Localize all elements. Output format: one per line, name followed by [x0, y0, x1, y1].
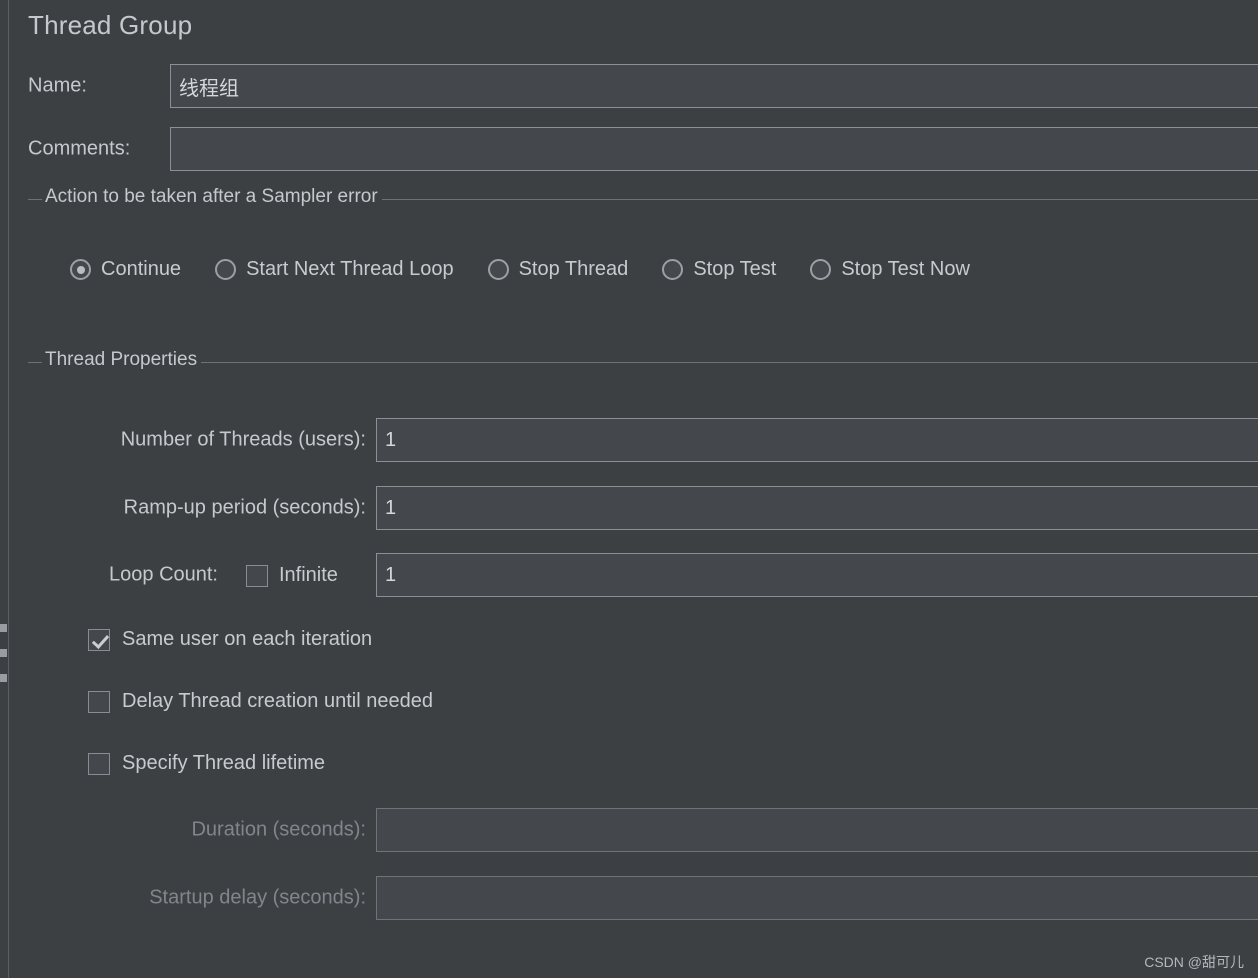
number-of-threads-label: Number of Threads (users): — [120, 428, 366, 451]
loop-count-label: Loop Count: — [109, 563, 218, 586]
splitter-grip-handle[interactable] — [0, 624, 7, 682]
duration-input[interactable] — [376, 808, 1258, 852]
radio-icon-stop-test[interactable] — [662, 259, 684, 280]
duration-row: Duration (seconds): — [10, 808, 1258, 852]
startup-delay-label-box: Startup delay (seconds): — [68, 876, 366, 920]
comments-label: Comments: — [28, 137, 131, 160]
delay-thread-creation-checkbox[interactable] — [88, 690, 110, 713]
name-input[interactable]: 线程组 — [170, 64, 1258, 108]
specify-thread-lifetime-checkbox[interactable] — [88, 752, 110, 775]
radio-label-stop-thread: Stop Thread — [518, 258, 629, 280]
radio-icon-stop-test-now[interactable] — [810, 259, 832, 280]
delay-thread-creation-checkbox-row[interactable]: Delay Thread creation until needed — [88, 690, 433, 713]
thread-properties-groupbox: Thread Properties — [28, 349, 1258, 374]
radio-label-stop-test: Stop Test — [693, 258, 777, 280]
infinite-checkbox[interactable] — [246, 564, 268, 587]
ramp-up-period-label: Ramp-up period (seconds): — [123, 496, 366, 519]
name-row: Name: 线程组 — [10, 64, 1258, 108]
thread-properties-group-header: Thread Properties — [28, 349, 1258, 374]
sampler-error-group-title: Action to be taken after a Sampler error — [42, 186, 382, 208]
same-user-checkbox-row[interactable]: Same user on each iteration — [88, 628, 372, 651]
same-user-checkbox[interactable] — [88, 628, 110, 651]
radio-option-stop-test[interactable]: Stop Test — [662, 258, 776, 281]
duration-label-box: Duration (seconds): — [68, 808, 366, 852]
radio-label-stop-test-now: Stop Test Now — [841, 258, 970, 280]
number-of-threads-input[interactable]: 1 — [376, 418, 1258, 462]
radio-icon-continue[interactable] — [70, 259, 91, 280]
loop-count-row: Loop Count: Infinite 1 — [10, 553, 1258, 597]
infinite-label: Infinite — [279, 564, 338, 586]
splitter-grip-dot — [0, 674, 7, 682]
radio-label-start-next-thread-loop: Start Next Thread Loop — [246, 258, 454, 280]
thread-group-panel: Thread Group Name: 线程组 Comments: Action … — [10, 0, 1258, 978]
same-user-label: Same user on each iteration — [122, 628, 373, 650]
delay-thread-creation-label: Delay Thread creation until needed — [122, 690, 433, 712]
startup-delay-label: Startup delay (seconds): — [149, 886, 366, 909]
radio-option-stop-thread[interactable]: Stop Thread — [487, 258, 629, 281]
startup-delay-row: Startup delay (seconds): — [10, 876, 1258, 920]
splitter-grip-dot — [0, 624, 7, 632]
ramp-up-period-label-box: Ramp-up period (seconds): — [70, 486, 366, 530]
comments-input[interactable] — [170, 127, 1258, 171]
loop-count-label-box: Loop Count: — [70, 553, 218, 597]
radio-option-continue[interactable]: Continue — [70, 258, 181, 281]
radio-label-continue: Continue — [101, 258, 182, 280]
comments-row: Comments: — [10, 127, 1258, 171]
radio-option-stop-test-now[interactable]: Stop Test Now — [810, 258, 970, 281]
number-of-threads-label-box: Number of Threads (users): — [70, 418, 366, 462]
sampler-error-radio-group: Continue Start Next Thread Loop Stop Thr… — [70, 258, 1004, 281]
sampler-error-groupbox: Action to be taken after a Sampler error — [28, 186, 1258, 211]
sampler-error-group-header: Action to be taken after a Sampler error — [28, 186, 1258, 211]
ramp-up-period-input[interactable]: 1 — [376, 486, 1258, 530]
radio-icon-stop-thread[interactable] — [487, 259, 509, 280]
specify-thread-lifetime-checkbox-row[interactable]: Specify Thread lifetime — [88, 752, 325, 775]
splitter-grip-dot — [0, 649, 7, 657]
loop-count-input[interactable]: 1 — [376, 553, 1258, 597]
left-splitter[interactable] — [0, 0, 9, 978]
page-title: Thread Group — [28, 10, 193, 40]
name-label: Name: — [28, 74, 87, 97]
loop-count-infinite-checkbox-row[interactable]: Infinite — [246, 564, 338, 587]
ramp-up-period-row: Ramp-up period (seconds): 1 — [10, 486, 1258, 530]
startup-delay-input[interactable] — [376, 876, 1258, 920]
specify-thread-lifetime-label: Specify Thread lifetime — [122, 752, 326, 774]
thread-properties-group-title: Thread Properties — [42, 349, 202, 371]
radio-option-start-next-thread-loop[interactable]: Start Next Thread Loop — [215, 258, 454, 281]
radio-icon-start-next-thread-loop[interactable] — [215, 259, 237, 280]
number-of-threads-row: Number of Threads (users): 1 — [10, 418, 1258, 462]
watermark-text: CSDN @甜可儿 — [1144, 954, 1244, 970]
duration-label: Duration (seconds): — [191, 818, 366, 841]
group-separator-line — [28, 362, 1258, 363]
